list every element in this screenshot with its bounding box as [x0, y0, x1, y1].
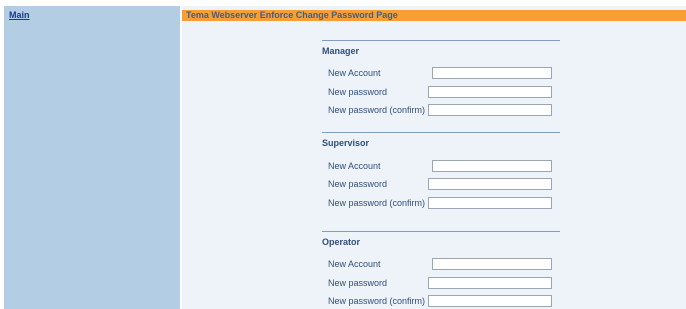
section-divider: [322, 231, 560, 232]
page-title: Tema Webserver Enforce Change Password P…: [186, 10, 398, 20]
operator-new-account-input[interactable]: [432, 258, 552, 270]
manager-new-password-confirm-input[interactable]: [428, 104, 552, 116]
section-heading: Operator: [322, 237, 361, 247]
page-title-bar: Tema Webserver Enforce Change Password P…: [182, 10, 686, 21]
new-account-label: New Account: [328, 161, 381, 171]
main-link[interactable]: Main: [9, 10, 30, 20]
new-account-label: New Account: [328, 259, 381, 269]
new-password-label: New password: [328, 87, 388, 97]
section-divider: [322, 40, 560, 41]
section-heading: Manager: [322, 46, 360, 56]
supervisor-new-password-confirm-input[interactable]: [428, 197, 552, 209]
new-password-label: New password: [328, 179, 388, 189]
manager-new-password-input[interactable]: [428, 86, 552, 98]
new-password-label: New password: [328, 278, 388, 288]
sidebar: Main: [4, 6, 180, 309]
supervisor-new-password-input[interactable]: [428, 178, 552, 190]
content-area: Tema Webserver Enforce Change Password P…: [182, 6, 686, 309]
section-heading: Supervisor: [322, 138, 370, 148]
new-password-confirm-label: New password (confirm): [328, 296, 426, 306]
supervisor-new-account-input[interactable]: [432, 160, 552, 172]
operator-new-password-input[interactable]: [428, 277, 552, 289]
manager-new-account-input[interactable]: [432, 67, 552, 79]
new-password-confirm-label: New password (confirm): [328, 198, 426, 208]
new-password-confirm-label: New password (confirm): [328, 105, 426, 115]
section-divider: [322, 132, 560, 133]
new-account-label: New Account: [328, 68, 381, 78]
operator-new-password-confirm-input[interactable]: [428, 295, 552, 307]
